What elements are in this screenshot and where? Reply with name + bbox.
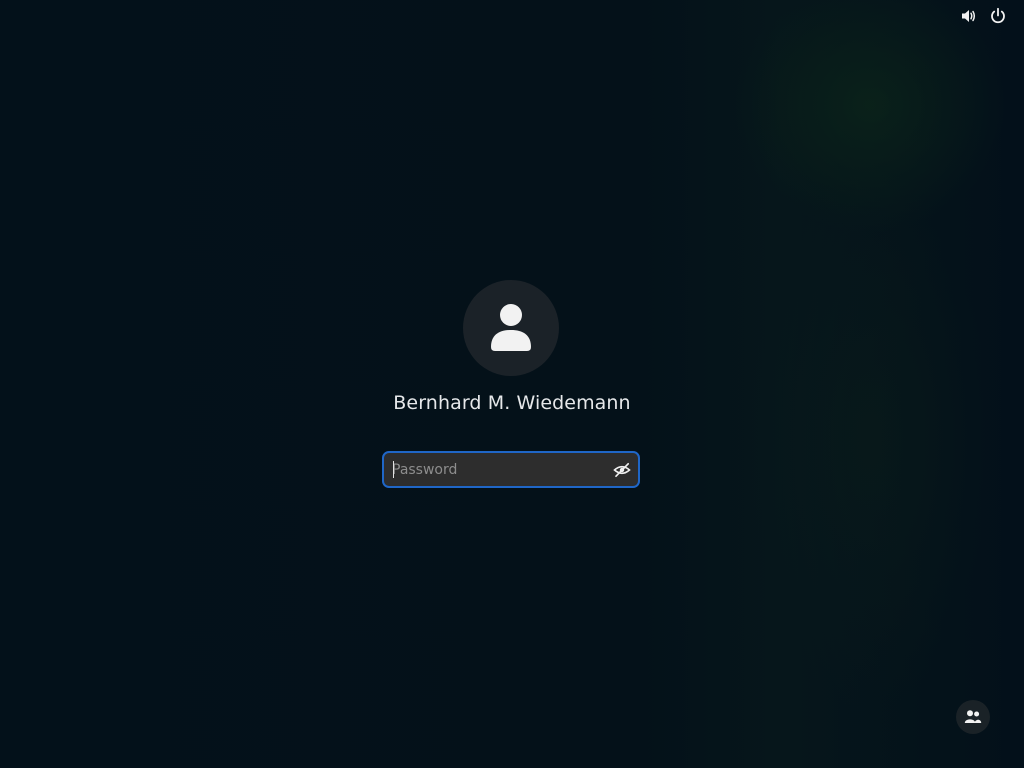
password-input[interactable] <box>392 458 602 481</box>
eye-slash-icon[interactable] <box>613 461 631 479</box>
login-screen: Bernhard M. Wiedemann <box>0 0 1024 768</box>
power-icon-svg <box>991 7 1005 24</box>
top-bar <box>0 0 1024 32</box>
password-field[interactable] <box>382 451 640 488</box>
user-avatar-icon <box>491 304 531 351</box>
text-caret <box>393 461 394 478</box>
mouse-pointer-icon <box>1018 760 1024 768</box>
username-label: Bernhard M. Wiedemann <box>393 392 631 414</box>
volume-icon[interactable] <box>959 6 979 26</box>
eye-slash-icon-svg <box>613 462 631 478</box>
volume-icon-svg <box>962 10 976 22</box>
power-icon[interactable] <box>988 6 1008 26</box>
switch-user-button[interactable] <box>956 700 990 734</box>
users-icon <box>964 710 982 723</box>
user-avatar <box>463 280 559 376</box>
